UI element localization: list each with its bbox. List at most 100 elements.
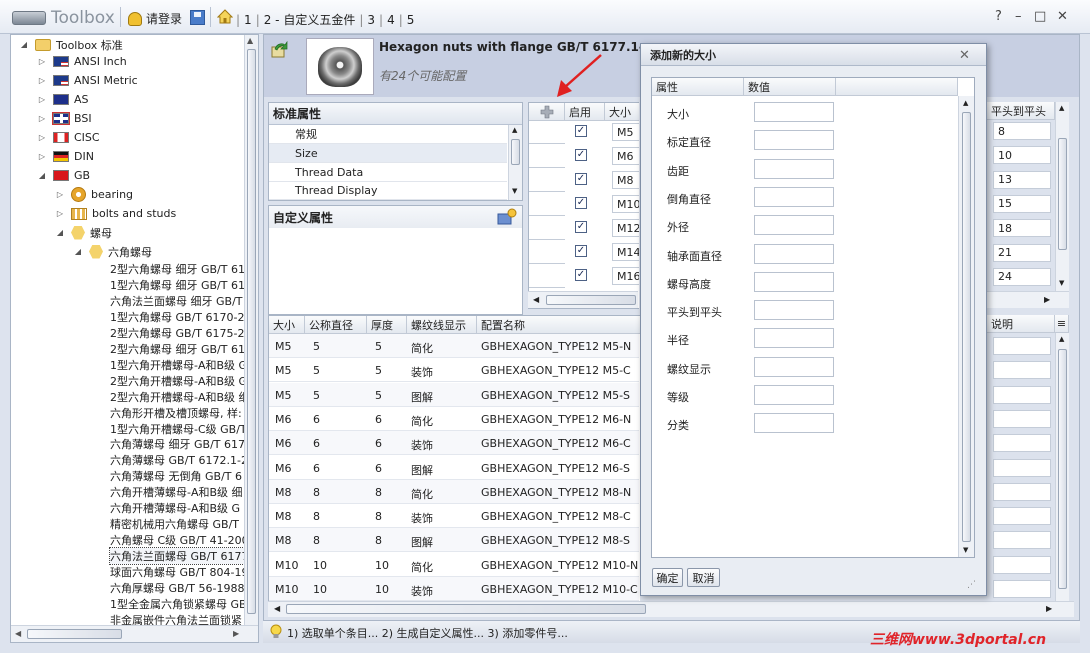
tree-item-part[interactable]: 1型六角螺母 GB/T 6170-20 — [110, 309, 244, 325]
flat-to-flat-cell[interactable]: 13 — [993, 170, 1051, 189]
config-vscrollbar[interactable]: ▲ — [1055, 333, 1069, 603]
tree-item-part[interactable]: 六角开槽薄螺母-A和B级 G — [110, 500, 240, 516]
column-config-name[interactable]: 配置名称 — [477, 316, 640, 334]
enable-checkbox[interactable]: ✓ — [575, 269, 587, 281]
scroll-thumb[interactable] — [1058, 138, 1067, 250]
enable-checkbox[interactable]: ✓ — [575, 197, 587, 209]
home-icon[interactable] — [217, 9, 233, 24]
help-button[interactable]: ? — [995, 9, 1002, 24]
cancel-button[interactable]: 取消 — [687, 568, 720, 587]
size-cell[interactable]: M10 — [612, 195, 639, 213]
dialog-scrollbar[interactable]: ▲ ▼ — [958, 96, 974, 557]
tree-item-part[interactable]: 2型六角开槽螺母-A和B级 细 — [110, 389, 244, 405]
dialog-field-input[interactable] — [754, 328, 834, 349]
config-row[interactable]: M8 8 8 图解 GBHEXAGON_TYPE12 M8-S — [269, 528, 639, 553]
close-button[interactable]: ✕ — [1057, 9, 1068, 24]
flat-to-flat-cell[interactable]: 8 — [993, 122, 1051, 140]
tree-item-part[interactable]: 六角法兰面螺母 GB/T 6177 — [108, 547, 244, 566]
size-cell[interactable]: M8 — [612, 171, 639, 189]
config-row[interactable]: M6 6 6 装饰 GBHEXAGON_TYPE12 M6-C — [269, 431, 639, 456]
description-cell[interactable] — [993, 580, 1051, 598]
tree-item-part[interactable]: 六角厚螺母 GB/T 56-1988 — [110, 580, 244, 596]
scroll-thumb[interactable] — [1058, 349, 1067, 589]
size-cell[interactable]: M16 — [612, 267, 639, 285]
description-cell[interactable] — [993, 555, 1051, 574]
flat-to-flat-cell[interactable]: 18 — [993, 219, 1051, 238]
dialog-field-input[interactable] — [754, 300, 834, 321]
tree-item-hex-nuts[interactable]: ◢ 六角螺母 — [73, 242, 152, 261]
column-description[interactable]: 说明 — [987, 315, 1055, 333]
scroll-up-icon[interactable]: ▲ — [247, 36, 253, 45]
scroll-down-icon[interactable]: ▼ — [963, 546, 968, 554]
tree-horizontal-scrollbar[interactable]: ◀ ▶ — [11, 625, 258, 642]
tree-item-part[interactable]: 非金属嵌件六角法兰面锁紧 — [110, 612, 242, 625]
tree-item-standard[interactable]: ▷ AS — [37, 90, 89, 109]
tree-item-standard[interactable]: ▷ ANSI Inch — [37, 52, 127, 71]
save-icon[interactable] — [190, 10, 205, 25]
tree-item-part[interactable]: 1型全金属六角锁紧螺母 GB — [110, 596, 244, 612]
back-arrow-icon[interactable] — [271, 40, 289, 58]
scroll-thumb[interactable] — [546, 295, 636, 305]
tree-item-part[interactable]: 1型六角螺母 细牙 GB/T 61 — [110, 277, 244, 293]
description-cell[interactable] — [993, 361, 1051, 380]
description-cell[interactable] — [993, 434, 1051, 453]
enable-checkbox[interactable]: ✓ — [575, 125, 587, 137]
size-vscrollbar[interactable]: ▲ ▼ — [1055, 102, 1069, 292]
flat-to-flat-cell[interactable]: 21 — [993, 243, 1051, 262]
description-cell[interactable] — [993, 337, 1051, 355]
scroll-down-icon[interactable]: ▼ — [512, 187, 517, 195]
dialog-field-input[interactable] — [754, 186, 834, 207]
tree-item-part[interactable]: 2型六角螺母 细牙 GB/T 61 — [110, 341, 244, 357]
dialog-field-input[interactable] — [754, 158, 834, 179]
maximize-button[interactable]: □ — [1034, 9, 1046, 24]
config-row[interactable]: M5 5 5 装饰 GBHEXAGON_TYPE12 M5-C — [269, 358, 639, 383]
tree-item-part[interactable]: 六角开槽薄螺母-A和B级 细 — [110, 484, 243, 500]
description-cell[interactable] — [993, 458, 1051, 477]
tree-item-standard[interactable]: ▷ CISC — [37, 128, 100, 147]
ok-button[interactable]: 确定 — [652, 568, 683, 587]
enable-checkbox[interactable]: ✓ — [575, 149, 587, 161]
dialog-field-input[interactable] — [754, 413, 834, 434]
column-chooser-icon[interactable]: ≡ — [1055, 315, 1069, 333]
size-cell[interactable]: M12 — [612, 219, 639, 237]
config-row[interactable]: M8 8 8 装饰 GBHEXAGON_TYPE12 M8-C — [269, 504, 639, 529]
tree-item-part[interactable]: 六角薄螺母 无倒角 GB/T 6 — [110, 468, 242, 484]
dialog-field-input[interactable] — [754, 243, 834, 264]
scroll-up-icon[interactable]: ▲ — [963, 99, 968, 107]
tree-item-part[interactable]: 2型六角螺母 GB/T 6175-20 — [110, 325, 244, 341]
size-cell[interactable]: M14 — [612, 243, 639, 261]
resize-grip-icon[interactable]: ⋰ — [967, 580, 976, 590]
dialog-field-input[interactable] — [754, 356, 834, 377]
tree-item-part[interactable]: 1型六角开槽螺母-A和B级 G — [110, 357, 244, 373]
scroll-right-icon[interactable]: ▶ — [1046, 604, 1052, 613]
tree-item-part[interactable]: 2型六角开槽螺母-A和B级 G — [110, 373, 244, 389]
column-flat-to-flat[interactable]: 平头到平头 — [987, 102, 1055, 120]
size-hscrollbar-right[interactable]: ▶ — [987, 291, 1069, 308]
scroll-left-icon[interactable]: ◀ — [274, 604, 280, 613]
scroll-thumb[interactable] — [511, 139, 520, 165]
breadcrumb-step-4[interactable]: 4 — [387, 13, 395, 27]
tree-item-bolts[interactable]: ▷ bolts and studs — [55, 204, 176, 223]
description-cell[interactable] — [993, 409, 1051, 428]
tree-item-bearing[interactable]: ▷ bearing — [55, 185, 133, 204]
config-row[interactable]: M6 6 6 简化 GBHEXAGON_TYPE12 M6-N — [269, 407, 639, 431]
column-thickness[interactable]: 厚度 — [367, 316, 407, 334]
scroll-thumb[interactable] — [962, 112, 971, 542]
size-cell[interactable]: M6 — [612, 147, 639, 165]
scroll-up-icon[interactable]: ▲ — [512, 126, 517, 134]
scroll-left-icon[interactable]: ◀ — [533, 295, 539, 304]
flat-to-flat-cell[interactable]: 10 — [993, 146, 1051, 165]
tree-vertical-scrollbar[interactable]: ▲ — [244, 35, 258, 625]
dialog-field-input[interactable] — [754, 215, 834, 236]
config-row[interactable]: M5 5 5 简化 GBHEXAGON_TYPE12 M5-N — [269, 334, 639, 358]
tree-item-standard[interactable]: ▷ BSI — [37, 109, 92, 128]
scroll-thumb[interactable] — [27, 629, 122, 639]
enable-checkbox[interactable]: ✓ — [575, 245, 587, 257]
config-row[interactable]: M10 10 10 简化 GBHEXAGON_TYPE12 M10-N — [269, 553, 639, 577]
column-nominal-diameter[interactable]: 公称直径 — [305, 316, 367, 334]
scroll-up-icon[interactable]: ▲ — [1059, 104, 1064, 112]
config-row[interactable]: M8 8 8 简化 GBHEXAGON_TYPE12 M8-N — [269, 479, 639, 504]
dialog-field-input[interactable] — [754, 102, 834, 122]
dialog-field-input[interactable] — [754, 130, 834, 151]
config-row[interactable]: M6 6 6 图解 GBHEXAGON_TYPE12 M6-S — [269, 456, 639, 480]
